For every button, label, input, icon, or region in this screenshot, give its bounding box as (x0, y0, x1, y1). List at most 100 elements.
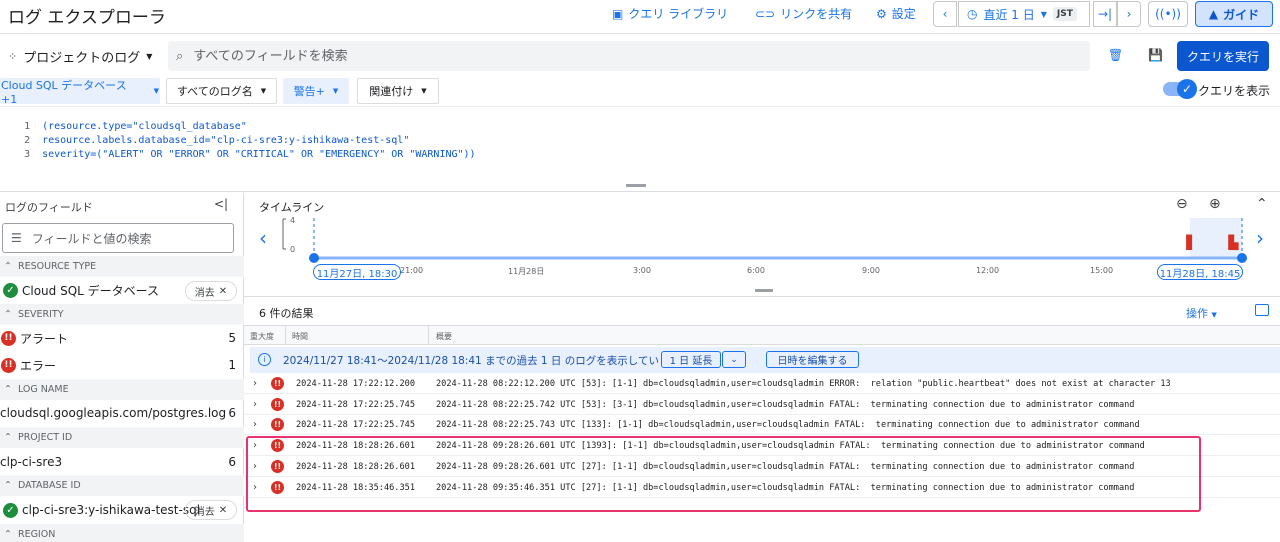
field-search-box[interactable]: ☰ フィールドと値の検索 (2, 223, 234, 253)
query-library-label: クエリ ライブラリ (628, 7, 729, 21)
book-icon: ▣ (612, 6, 624, 21)
timeline-resize-handle[interactable] (755, 289, 773, 292)
timeline-tick-label: 11月28日 (508, 267, 545, 276)
range-start-handle[interactable] (309, 253, 319, 263)
section-header-project-id[interactable]: ⌃ PROJECT ID (0, 427, 244, 448)
dropdown-caret-icon: ▼ (1211, 311, 1217, 319)
severity-filter-label: 警告+ (293, 85, 325, 98)
chevron-up-icon: ⌃ (4, 529, 12, 540)
search-input[interactable] (193, 48, 1044, 64)
column-header-time[interactable]: 時間 (292, 331, 308, 342)
time-forward-button[interactable]: › (1117, 1, 1141, 27)
school-cap-icon: ▲ (1208, 7, 1219, 21)
collapse-timeline-button[interactable]: ⌃ (1256, 196, 1268, 212)
collapse-panel-button[interactable]: <| (214, 197, 228, 211)
stream-logs-button[interactable]: ((•)) (1148, 1, 1188, 27)
log-name-filter-chip[interactable]: すべてのログ名 ▼ (166, 78, 277, 104)
run-query-button[interactable]: クエリを実行 (1177, 41, 1269, 71)
timezone-badge[interactable]: JST (1052, 7, 1077, 21)
clear-query-button[interactable]: 🗑 (1108, 48, 1123, 62)
timeline-tick-label: 3:00 (633, 266, 651, 275)
section-header-resource-type[interactable]: ⌃ RESOURCE TYPE (0, 256, 244, 277)
field-value-count: 6 (228, 406, 236, 420)
correlate-filter-chip[interactable]: 関連付け ▼ (357, 78, 439, 104)
expand-chevron-icon[interactable]: › (253, 399, 257, 410)
log-row[interactable]: › !! 2024-11-28 17:22:25.745 2024-11-28 … (244, 415, 1280, 435)
trash-icon: 🗑 (1108, 48, 1124, 62)
histogram-bar[interactable] (1186, 234, 1193, 251)
share-link-button[interactable]: ⊂⊃ リンクを共有 (755, 5, 852, 22)
column-header-summary[interactable]: 概要 (436, 331, 452, 342)
clear-database-id-chip[interactable]: 消去 ✕ (185, 500, 237, 520)
project-scope-icon: ⁘ (8, 49, 18, 63)
link-icon: ⊂⊃ (755, 6, 776, 21)
chevron-down-icon: ⌄ (730, 354, 738, 365)
section-label: PROJECT ID (17, 432, 73, 443)
field-value-severity-alert[interactable]: !! アラート 5 (0, 326, 244, 350)
expand-view-button[interactable] (1255, 304, 1269, 316)
extend-range-dropdown[interactable]: ⌄ (722, 351, 746, 368)
expand-chevron-icon[interactable]: › (253, 419, 257, 430)
project-scope-selector[interactable]: ⁘ プロジェクトのログ ▼ (8, 44, 152, 68)
fields-panel-title: ログのフィールド (5, 201, 93, 214)
y-axis-min-label: 0 (290, 245, 295, 254)
show-query-toggle[interactable]: ✓ (1163, 79, 1197, 99)
guide-button[interactable]: ▲ ガイド (1195, 1, 1273, 27)
timeline-tick-label: 15:00 (1090, 266, 1114, 275)
dropdown-caret-icon: ▼ (421, 87, 427, 95)
clear-label: 消去 (194, 506, 215, 518)
field-value-severity-error[interactable]: !! エラー 1 (0, 353, 244, 377)
section-header-region[interactable]: ⌃ REGION (0, 524, 244, 542)
actions-menu-button[interactable]: 操作 ▼ (1186, 305, 1217, 321)
timeline-histogram[interactable]: 4 0 (244, 210, 1254, 266)
edit-time-button[interactable]: 日時を編集する (766, 351, 859, 368)
histogram-bar[interactable] (1232, 242, 1239, 251)
search-bar[interactable]: ⌕ (168, 41, 1090, 71)
resource-filter-chip[interactable]: Cloud SQL データベース +1 ▼ (0, 78, 160, 106)
chevron-up-icon: ⌃ (4, 432, 12, 443)
chevron-left-icon: ‹ (942, 7, 948, 21)
timeline-tick-label: 12:00 (976, 266, 1000, 275)
error-icon: !! (1, 357, 16, 373)
results-table-header: 重大度 時間 概要 (244, 325, 1280, 345)
timeline-next-button[interactable]: › (1256, 226, 1264, 250)
timeline-start-label[interactable]: 11月27日, 18:30 (313, 264, 401, 280)
check-circle-icon: ✓ (3, 282, 18, 298)
clear-resource-type-chip[interactable]: 消去 ✕ (185, 281, 237, 301)
column-header-severity[interactable]: 重大度 (250, 331, 274, 342)
field-value-count: 5 (228, 331, 236, 345)
highlight-annotation-box (246, 436, 1201, 512)
severity-filter-chip[interactable]: 警告+ ▼ (283, 78, 349, 104)
log-summary: 2024-11-28 08:22:25.742 UTC [53]: [3-1] … (436, 399, 1135, 410)
timeline-tick-label: 9:00 (862, 266, 880, 275)
log-summary: 2024-11-28 08:22:25.743 UTC [133]: [1-1]… (436, 419, 1140, 430)
range-end-handle[interactable] (1237, 253, 1247, 263)
error-severity-icon: !! (271, 377, 284, 390)
collapse-left-icon: <| (214, 197, 229, 211)
field-value-project-id[interactable]: clp-ci-sre3 6 (0, 450, 244, 474)
extend-range-button[interactable]: 1 日 延長 (661, 351, 721, 368)
query-library-link[interactable]: ▣ クエリ ライブラリ (612, 5, 728, 22)
expand-chevron-icon[interactable]: › (253, 378, 257, 389)
section-header-log-name[interactable]: ⌃ LOG NAME (0, 379, 244, 400)
time-range-selector[interactable]: ◷ 直近 1 日 ▼ JST (958, 1, 1090, 27)
query-editor[interactable]: 1 (resource.type="cloudsql_database" 2 res… (0, 106, 1280, 192)
clear-label: 消去 (194, 287, 215, 299)
editor-resize-handle[interactable] (626, 184, 646, 187)
chevron-up-icon: ⌃ (4, 309, 12, 320)
time-back-button[interactable]: ‹ (933, 1, 957, 27)
gear-icon: ⚙ (876, 6, 887, 21)
jump-to-now-button[interactable]: →| (1093, 1, 1117, 27)
field-value-log-name[interactable]: cloudsql.googleapis.com/postgres.log 6 (0, 401, 244, 425)
timeline-end-label[interactable]: 11月28日, 18:45 (1157, 264, 1243, 280)
section-label: DATABASE ID (17, 480, 81, 491)
dropdown-caret-icon: ▼ (146, 51, 153, 61)
section-header-severity[interactable]: ⌃ SEVERITY (0, 304, 244, 325)
save-query-button[interactable]: 💾 (1148, 48, 1163, 62)
chevron-up-icon: ⌃ (4, 384, 12, 395)
settings-button[interactable]: ⚙ 設定 (876, 5, 916, 22)
close-icon: ✕ (218, 285, 228, 297)
section-header-database-id[interactable]: ⌃ DATABASE ID (0, 475, 244, 496)
log-row[interactable]: › !! 2024-11-28 17:22:12.200 2024-11-28 … (244, 374, 1280, 394)
log-row[interactable]: › !! 2024-11-28 17:22:25.745 2024-11-28 … (244, 395, 1280, 415)
